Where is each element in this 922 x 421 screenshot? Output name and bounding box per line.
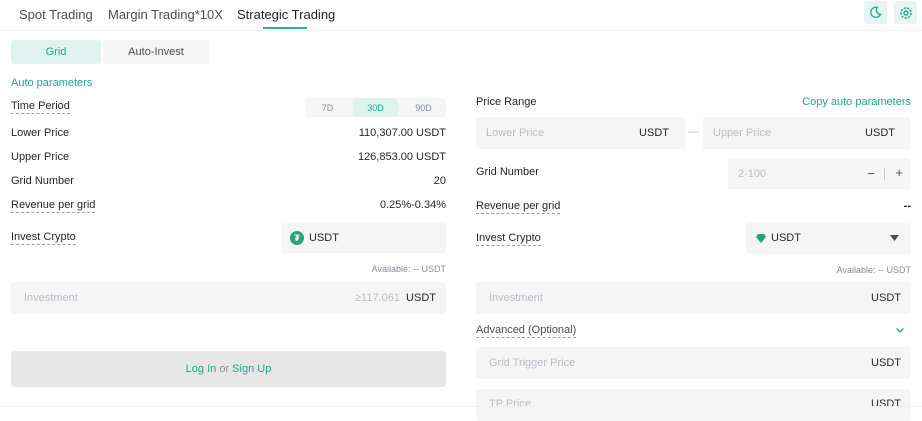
right-investment-input[interactable]: Investment USDT — [476, 282, 911, 314]
auto-invest-mode-button[interactable]: Auto-Invest — [103, 40, 209, 64]
or-text: or — [219, 363, 230, 375]
bottom-divider — [0, 406, 922, 407]
invest-crypto-label: Invest Crypto — [11, 231, 76, 245]
revenue-per-grid-value: 0.25%-0.34% — [379, 199, 446, 211]
tp-price-placeholder: TP Price — [489, 398, 531, 410]
chevron-down-icon[interactable] — [896, 328, 904, 333]
investment-placeholder: Investment — [24, 292, 78, 304]
grid-number-input[interactable]: 2-100 − + — [728, 158, 911, 189]
tab-strategic-trading[interactable]: Strategic Trading — [237, 7, 335, 22]
upper-price-label: Upper Price — [11, 151, 70, 163]
lower-price-unit: USDT — [639, 127, 669, 139]
lower-price-value: 110,307.00 USDT — [358, 127, 446, 139]
active-tab-indicator — [263, 27, 307, 29]
grid-number-placeholder: 2-100 — [738, 168, 767, 180]
right-available-balance: Available: -- USDT — [836, 265, 911, 275]
grid-trigger-price-input[interactable]: Grid Trigger Price USDT — [476, 347, 911, 379]
copy-auto-parameters-link[interactable]: Copy auto parameters — [802, 96, 911, 108]
upper-price-input[interactable]: Upper Price USDT — [703, 117, 911, 149]
stepper-divider — [884, 168, 885, 180]
right-revenue-per-grid-label: Revenue per grid — [476, 200, 561, 214]
upper-price-value: 126,853.00 USDT — [357, 151, 446, 163]
period-30d[interactable]: 30D — [353, 98, 398, 117]
caret-down-icon — [890, 235, 899, 241]
right-invest-crypto-label: Invest Crypto — [476, 232, 541, 246]
right-investment-unit: USDT — [871, 292, 901, 304]
period-7d[interactable]: 7D — [305, 98, 350, 117]
login-link[interactable]: Log In — [186, 363, 217, 375]
upper-price-unit: USDT — [865, 127, 895, 139]
lower-price-placeholder: Lower Price — [486, 127, 545, 139]
right-grid-number-label: Grid Number — [476, 166, 539, 178]
login-signup-button: Log In or Sign Up — [11, 351, 446, 387]
available-balance: Available: -- USDT — [371, 264, 446, 274]
tab-margin-trading[interactable]: Margin Trading*10X — [108, 7, 223, 22]
settings-icon — [899, 6, 912, 19]
tp-price-unit: USDT — [871, 398, 901, 410]
theme-toggle-button[interactable] — [864, 1, 887, 24]
right-revenue-per-grid-value: -- — [903, 200, 911, 212]
moon-icon — [870, 6, 882, 19]
grid-mode-button[interactable]: Grid — [11, 40, 101, 64]
investment-minimum: ≥117.061 — [355, 292, 400, 304]
revenue-per-grid-label: Revenue per grid — [11, 199, 96, 213]
grid-trigger-unit: USDT — [871, 357, 901, 369]
invest-crypto-select[interactable]: ₮ USDT — [281, 223, 446, 253]
lower-price-input[interactable]: Lower Price USDT — [476, 117, 685, 149]
upper-price-placeholder: Upper Price — [713, 127, 772, 139]
invest-crypto-value: USDT — [309, 232, 339, 244]
tab-spot-trading[interactable]: Spot Trading — [19, 7, 93, 22]
usdt-coin-icon: ₮ — [290, 231, 304, 245]
price-range-label: Price Range — [476, 96, 537, 108]
grid-number-value: 20 — [433, 175, 446, 187]
period-90d[interactable]: 90D — [401, 98, 446, 117]
right-investment-placeholder: Investment — [489, 292, 543, 304]
time-period-label: Time Period — [11, 100, 70, 114]
range-separator: — — [688, 126, 699, 138]
minus-button[interactable]: − — [867, 166, 875, 181]
investment-unit: USDT — [406, 292, 436, 304]
tp-price-input[interactable]: TP Price USDT — [476, 389, 911, 421]
lower-price-label: Lower Price — [11, 127, 70, 139]
right-invest-crypto-value: USDT — [771, 232, 801, 244]
grid-number-label: Grid Number — [11, 175, 74, 187]
settings-button[interactable] — [894, 1, 917, 24]
advanced-optional-toggle[interactable]: Advanced (Optional) — [476, 324, 577, 338]
right-invest-crypto-select[interactable]: USDT — [746, 223, 911, 254]
usdt-diamond-icon — [756, 234, 766, 243]
time-period-selector: 7D 30D 90D — [305, 98, 446, 117]
auto-parameters-link[interactable]: Auto parameters — [11, 77, 92, 89]
plus-button[interactable]: + — [895, 165, 903, 180]
top-nav: Spot Trading Margin Trading*10X Strategi… — [0, 0, 922, 31]
grid-trigger-placeholder: Grid Trigger Price — [489, 357, 576, 369]
signup-link[interactable]: Sign Up — [232, 363, 271, 375]
investment-input[interactable]: Investment ≥117.061 USDT — [11, 282, 446, 314]
